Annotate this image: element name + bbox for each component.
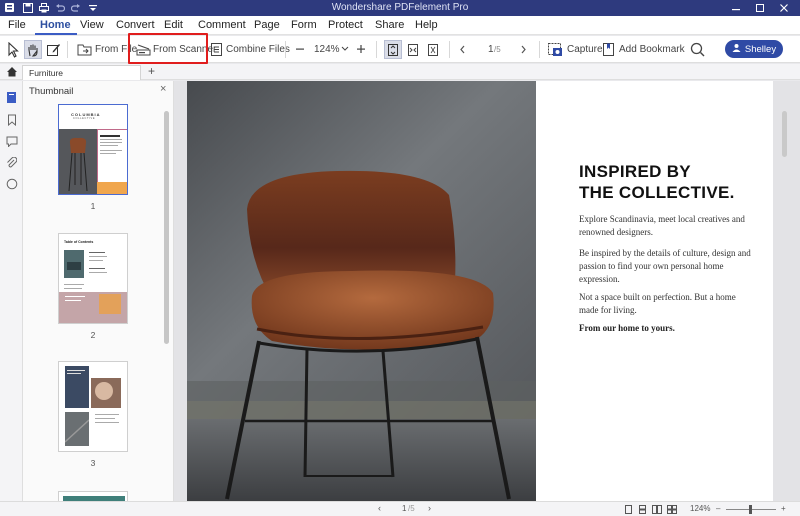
- thumbnail-chair-icon: [68, 137, 88, 192]
- page-number-2: 2: [90, 330, 96, 340]
- two-page-continuous-icon[interactable]: [667, 505, 677, 516]
- previous-page-icon[interactable]: [457, 44, 467, 54]
- active-menu-underline: [35, 33, 77, 35]
- title-bar: Wondershare PDFelement Pro: [0, 0, 800, 16]
- app-window: Wondershare PDFelement Pro File Home Vie…: [0, 0, 800, 516]
- menu-page[interactable]: Page: [254, 19, 280, 31]
- combine-files-button[interactable]: Combine Files: [226, 44, 290, 55]
- heading-line-2: THE COLLECTIVE.: [579, 183, 735, 202]
- thumbnail-panel-icon[interactable]: [5, 91, 18, 104]
- fit-width-icon[interactable]: [405, 41, 421, 58]
- combine-files-icon[interactable]: [210, 42, 223, 57]
- zoom-out-icon[interactable]: [294, 43, 306, 55]
- paragraph-1: Explore Scandinavia, meet local creative…: [579, 214, 745, 237]
- toolbar-separator: [67, 41, 68, 58]
- total-pages: /5: [494, 45, 501, 54]
- window-title: Wondershare PDFelement Pro: [331, 2, 469, 13]
- close-panel-icon[interactable]: ×: [160, 83, 166, 95]
- menu-convert[interactable]: Convert: [116, 19, 155, 31]
- menu-protect[interactable]: Protect: [328, 19, 363, 31]
- search-icon[interactable]: [689, 41, 705, 57]
- actual-size-icon[interactable]: [425, 41, 441, 58]
- document-tab-bar: Furniture +: [0, 64, 800, 80]
- page-number-1: 1: [90, 201, 96, 211]
- search-panel-icon[interactable]: [5, 177, 18, 190]
- comments-panel-icon[interactable]: [5, 135, 18, 148]
- close-window-icon[interactable]: [776, 1, 792, 15]
- single-page-view-icon[interactable]: [624, 505, 633, 516]
- chair-photo: [187, 81, 536, 501]
- menu-home[interactable]: Home: [40, 19, 71, 31]
- status-zoom-out-icon[interactable]: –: [716, 504, 720, 513]
- left-icon-strip: [0, 81, 23, 516]
- fit-page-icon[interactable]: [384, 40, 402, 59]
- attachments-panel-icon[interactable]: [5, 156, 18, 169]
- continuous-view-icon[interactable]: [638, 505, 647, 516]
- status-prev-page-icon[interactable]: ‹: [378, 503, 381, 513]
- toolbar-separator: [539, 41, 540, 58]
- from-file-icon[interactable]: [77, 43, 92, 56]
- capture-icon[interactable]: [547, 42, 563, 57]
- paragraph-4: From our home to yours.: [579, 323, 675, 333]
- status-current-page[interactable]: 1: [402, 504, 406, 513]
- menu-form[interactable]: Form: [291, 19, 317, 31]
- hand-tool-icon[interactable]: [24, 40, 42, 59]
- home-icon[interactable]: [6, 66, 18, 80]
- minimize-icon[interactable]: [728, 1, 744, 15]
- capture-button[interactable]: Capture: [567, 44, 603, 55]
- menu-view[interactable]: View: [80, 19, 104, 31]
- thumbnail-scrollbar[interactable]: [164, 111, 169, 344]
- document-scrollbar[interactable]: [782, 111, 787, 157]
- next-page-icon[interactable]: [518, 44, 528, 54]
- menu-file[interactable]: File: [8, 19, 26, 31]
- home-toolbar: From File From Scanner Combine Files 124…: [0, 36, 800, 63]
- page-heading: INSPIRED BY THE COLLECTIVE.: [579, 161, 769, 203]
- heading-line-1: INSPIRED BY: [579, 162, 691, 181]
- add-bookmark-button[interactable]: Add Bookmark: [619, 44, 685, 55]
- zoom-dropdown-icon[interactable]: [340, 44, 350, 54]
- page-number-3: 3: [90, 458, 96, 468]
- tab-furniture[interactable]: Furniture: [22, 65, 141, 80]
- zoom-in-icon[interactable]: [355, 43, 367, 55]
- thumbnail-toc-title: Table of Contents: [64, 240, 94, 244]
- user-icon: [732, 43, 741, 55]
- status-zoom-level[interactable]: 124%: [690, 504, 710, 513]
- menu-edit[interactable]: Edit: [164, 19, 183, 31]
- thumbnail-panel: Thumbnail × COLUMBIA C O L L E C T I V E…: [23, 81, 176, 516]
- paragraph-2: Be inspired by the details of culture, d…: [579, 248, 751, 284]
- two-page-view-icon[interactable]: [652, 505, 662, 516]
- status-bar: ‹ 1 /5 › 124% – +: [0, 501, 800, 516]
- toolbar-separator: [285, 41, 286, 58]
- toolbar-separator: [376, 41, 377, 58]
- current-page-input[interactable]: 1: [488, 44, 494, 55]
- page-thumbnail-3[interactable]: [58, 361, 128, 452]
- bookmarks-panel-icon[interactable]: [5, 113, 18, 126]
- status-zoom-in-icon[interactable]: +: [781, 504, 786, 513]
- menu-help[interactable]: Help: [415, 19, 438, 31]
- menu-bar: File Home View Convert Edit Comment Page…: [0, 16, 800, 35]
- document-page: INSPIRED BY THE COLLECTIVE. Explore Scan…: [187, 81, 773, 501]
- maximize-icon[interactable]: [752, 1, 768, 15]
- page-thumbnail-2[interactable]: Table of Contents: [58, 233, 128, 324]
- bookmark-icon[interactable]: [602, 42, 615, 57]
- status-total-pages: /5: [408, 504, 415, 513]
- panel-title: Thumbnail: [29, 86, 74, 97]
- zoom-level[interactable]: 124%: [314, 44, 340, 55]
- from-scanner-highlight: [128, 33, 208, 64]
- user-name: Shelley: [744, 43, 777, 55]
- document-viewer: INSPIRED BY THE COLLECTIVE. Explore Scan…: [174, 81, 800, 501]
- tab-label: Furniture: [29, 68, 64, 78]
- zoom-slider-handle[interactable]: [749, 505, 752, 514]
- thumbnail-brand-sub: C O L L E C T I V E: [73, 117, 95, 120]
- paragraph-3: Not a space built on perfection. But a h…: [579, 292, 736, 315]
- menu-share[interactable]: Share: [375, 19, 404, 31]
- status-next-page-icon[interactable]: ›: [428, 503, 431, 513]
- new-tab-button[interactable]: +: [148, 64, 155, 78]
- menu-comment[interactable]: Comment: [198, 19, 246, 31]
- edit-tool-icon[interactable]: [45, 41, 61, 58]
- toolbar-separator: [449, 41, 450, 58]
- page-thumbnail-1[interactable]: COLUMBIA C O L L E C T I V E: [58, 104, 128, 195]
- user-account-button[interactable]: Shelley: [725, 40, 783, 58]
- select-tool-icon[interactable]: [6, 41, 22, 58]
